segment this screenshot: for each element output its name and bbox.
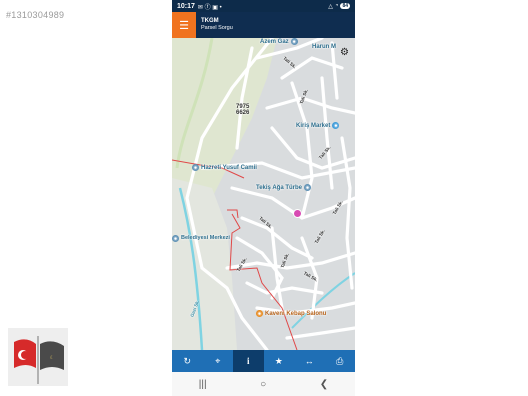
battery-badge: 84 xyxy=(340,3,350,9)
poi-harun-m[interactable]: Harun M xyxy=(312,44,336,50)
shopping-cart-icon: ● xyxy=(332,122,340,129)
measure-icon: ↔ xyxy=(304,356,314,366)
gas-icon: ● xyxy=(290,38,298,45)
favorite-button[interactable]: ★ xyxy=(264,350,295,372)
mosque-icon: ● xyxy=(192,164,199,171)
refresh-button[interactable]: ↻ xyxy=(172,350,203,372)
status-time: 10:17 xyxy=(177,2,195,10)
listing-id: #1310304989 xyxy=(6,10,65,20)
signal-icon: △ xyxy=(328,3,333,10)
flag-watermark-icon: ☾ xyxy=(8,328,68,386)
wifi-icon: ◔ xyxy=(334,3,339,9)
poi-label: Belediyesi Merkezi xyxy=(181,235,230,242)
poi-label: Harun M xyxy=(312,44,336,50)
locate-button[interactable]: ⌖ xyxy=(203,350,234,372)
hamburger-icon: ☰ xyxy=(179,19,189,32)
phone-screen: 10:17 ✉ ⓕ ▣ • △ ◔ 84 ☰ TKGM Parsel Sorgu xyxy=(172,0,355,396)
info-icon: i xyxy=(246,356,250,366)
landmark-icon: ● xyxy=(304,184,312,191)
android-nav-bar: ||| ○ ❮ xyxy=(172,372,355,396)
poi-label: Hazreti Yusuf Camii xyxy=(201,164,257,171)
star-icon: ★ xyxy=(274,355,283,366)
restaurant-icon: ● xyxy=(256,310,263,317)
poi-label: Tekiş Ağa Türbe xyxy=(256,184,303,191)
recent-apps-icon[interactable]: ||| xyxy=(199,379,207,390)
app-subtitle: Parsel Sorgu xyxy=(201,25,233,32)
map-view[interactable]: ⚙ 7975 6626 Azem Gaz ● Harun M Kiriş Mark… xyxy=(172,38,355,350)
building-icon: ● xyxy=(172,235,179,242)
menu-button[interactable]: ☰ xyxy=(172,12,196,38)
poi-label: Kaveni Kebap Salonu xyxy=(265,310,327,317)
poi-tekis-aga-turbe[interactable]: Tekiş Ağa Türbe ● xyxy=(256,184,312,191)
poi-belediyesi[interactable]: ● Belediyesi Merkezi xyxy=(172,235,230,242)
notification-icons: ✉ ⓕ ▣ • xyxy=(197,4,222,11)
info-button[interactable]: i xyxy=(233,350,264,372)
app-title: TKGM xyxy=(201,18,219,25)
locate-icon: ⌖ xyxy=(215,355,221,366)
poi-label: Azem Gaz xyxy=(260,38,289,45)
map-canvas xyxy=(172,38,355,350)
parcel-label: 7975 6626 xyxy=(236,104,250,116)
refresh-icon: ↻ xyxy=(183,355,192,366)
print-button[interactable]: ⎙ xyxy=(325,350,356,372)
poi-kiris-market[interactable]: Kiriş Market ● xyxy=(296,122,340,129)
location-pin-icon[interactable] xyxy=(293,209,302,218)
poi-kaveni-kebap[interactable]: ● Kaveni Kebap Salonu xyxy=(256,310,326,317)
poi-label: Kiriş Market xyxy=(296,122,331,129)
home-icon[interactable]: ○ xyxy=(260,379,266,390)
app-bar: ☰ TKGM Parsel Sorgu xyxy=(172,12,355,38)
settings-gear-icon[interactable]: ⚙ xyxy=(340,47,349,58)
measure-button[interactable]: ↔ xyxy=(294,350,325,372)
poi-azem-gaz[interactable]: Azem Gaz ● xyxy=(260,38,298,45)
status-bar: 10:17 ✉ ⓕ ▣ • △ ◔ 84 xyxy=(172,0,355,12)
back-icon[interactable]: ❮ xyxy=(320,379,328,390)
print-icon: ⎙ xyxy=(336,355,344,366)
poi-hazreti-yusuf-camii[interactable]: ● Hazreti Yusuf Camii xyxy=(192,164,257,171)
svg-text:☾: ☾ xyxy=(50,355,54,361)
map-toolbar: ↻ ⌖ i ★ ↔ ⎙ xyxy=(172,350,355,372)
listing-page: #1310304989 ☾ 10:17 ✉ ⓕ ▣ • △ ◔ 84 ☰ TKG… xyxy=(0,0,528,396)
